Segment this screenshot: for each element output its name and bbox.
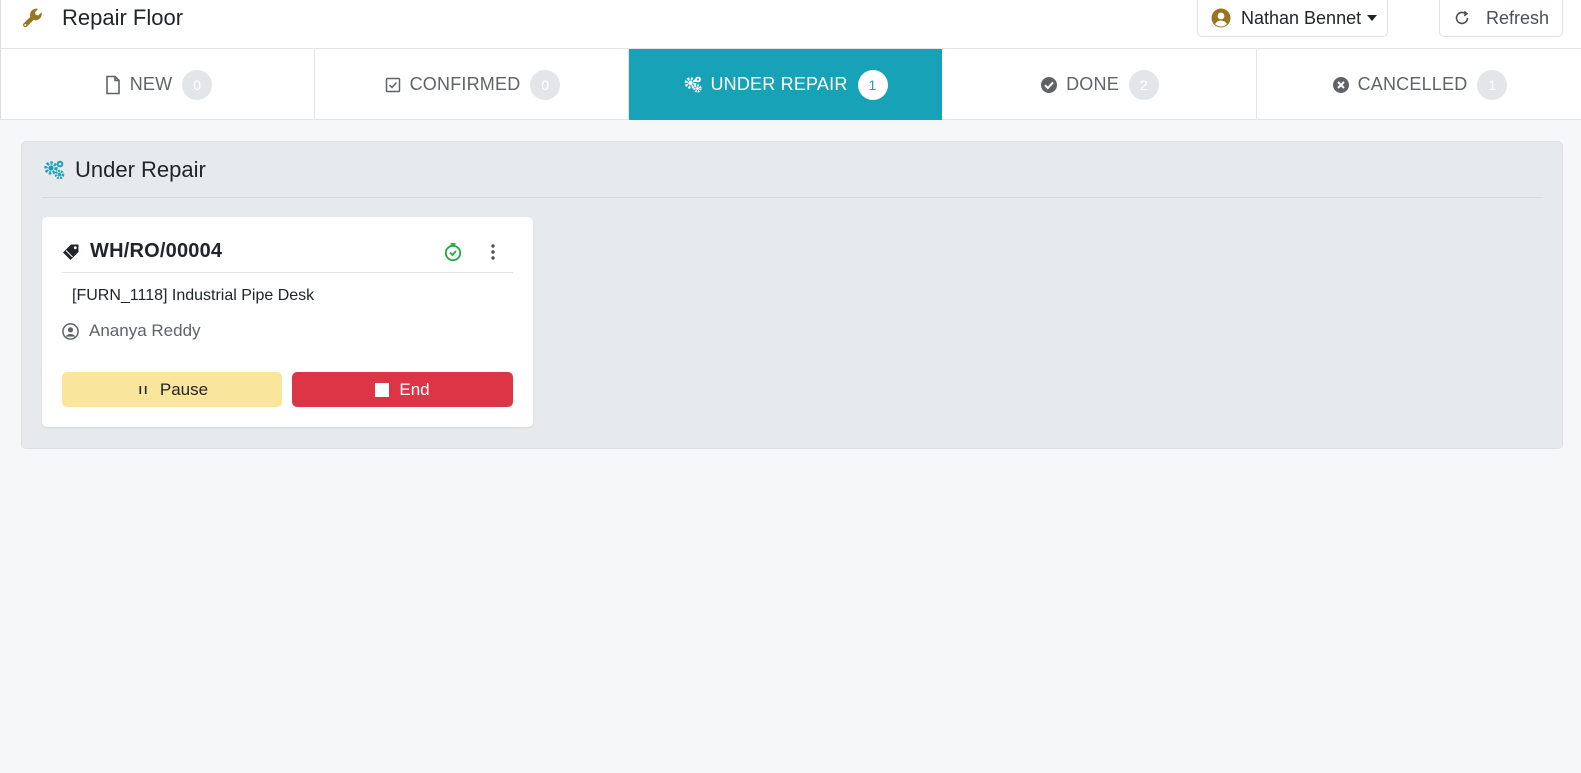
more-options-icon[interactable]: [483, 242, 503, 262]
under-repair-section: Under Repair WH/RO/00004 [FURN_1118] Ind…: [21, 141, 1563, 449]
product-name: [FURN_1118] Industrial Pipe Desk: [72, 287, 315, 304]
tab-done[interactable]: DONE 2: [942, 49, 1257, 120]
refresh-label: Refresh: [1486, 7, 1550, 28]
tab-new-count: 0: [182, 69, 213, 100]
end-label: End: [399, 379, 430, 399]
tab-confirmed[interactable]: CONFIRMED 0: [315, 49, 629, 120]
tab-done-count: 2: [1128, 69, 1159, 100]
section-title: Under Repair: [75, 156, 206, 182]
section-header: Under Repair: [42, 142, 1543, 198]
top-bar: Repair Floor Nathan Bennet Refresh: [0, 0, 1581, 49]
user-avatar-icon: [1211, 8, 1231, 28]
file-icon: [105, 75, 120, 94]
gears-icon: [685, 76, 703, 93]
check-circle-icon: [1041, 76, 1058, 93]
pause-label: Pause: [159, 379, 209, 399]
end-button[interactable]: End: [292, 372, 513, 407]
tab-done-label: DONE: [1066, 74, 1119, 94]
tab-new[interactable]: NEW 0: [1, 49, 315, 120]
tab-confirmed-label: CONFIRMED: [409, 74, 521, 94]
checkbox-icon: [385, 77, 400, 92]
user-name: Nathan Bennet: [1241, 7, 1362, 28]
tab-under-repair-count: 1: [857, 69, 888, 100]
tag-icon: [63, 244, 79, 260]
tab-cancelled-count: 1: [1477, 69, 1508, 100]
timer-icon[interactable]: [443, 242, 463, 262]
stop-icon: [375, 382, 390, 397]
pause-icon: [139, 385, 147, 394]
assignee-name: Ananya Reddy: [89, 321, 201, 340]
x-circle-icon: [1332, 76, 1349, 93]
card-header: WH/RO/00004: [62, 231, 513, 273]
tab-under-repair-label: UNDER REPAIR: [710, 74, 848, 94]
assignee: Ananya Reddy: [62, 321, 201, 341]
app-title: Repair Floor: [62, 5, 184, 30]
status-tabs: NEW 0 CONFIRMED 0 UNDER REPAIR 1 DONE 2: [0, 49, 1581, 120]
tab-confirmed-count: 0: [530, 69, 561, 100]
tab-new-label: NEW: [129, 74, 173, 94]
wrench-icon: [23, 8, 42, 28]
repair-reference: WH/RO/00004: [90, 240, 223, 262]
caret-down-icon: [1367, 15, 1378, 21]
refresh-icon: [1455, 10, 1469, 25]
repair-order-card[interactable]: WH/RO/00004 [FURN_1118] Industrial Pipe …: [42, 217, 533, 427]
tab-under-repair[interactable]: UNDER REPAIR 1: [629, 49, 942, 120]
user-menu-button[interactable]: Nathan Bennet: [1197, 0, 1388, 37]
tab-cancelled[interactable]: CANCELLED 1: [1257, 49, 1581, 120]
refresh-button[interactable]: Refresh: [1439, 0, 1563, 37]
pause-button[interactable]: Pause: [62, 372, 282, 407]
user-circle-icon: [62, 322, 79, 340]
tab-cancelled-label: CANCELLED: [1357, 74, 1468, 94]
gears-icon: [44, 160, 65, 179]
